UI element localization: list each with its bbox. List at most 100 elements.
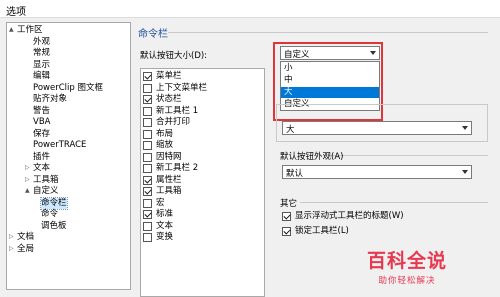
commandbar-label: 标准 [156,209,174,219]
other-group-label: 其它 [280,199,298,209]
tree-item-label: 显示 [33,59,51,70]
tree-item-label: 常规 [33,48,51,58]
tree-item[interactable]: 显示 [33,60,50,71]
tree-item[interactable]: VBA [33,117,50,128]
tree-item-label: 贴齐对象 [33,94,68,104]
section-divider [168,32,488,33]
commandbar-checkbox[interactable] [143,129,152,139]
commandbar-label: 宏 [156,197,165,208]
commandbar-label: 合并打印 [156,117,191,127]
checkbox-box[interactable] [282,212,291,221]
tree-item-label: 警告 [33,105,51,116]
appearance-divider [328,155,488,156]
tree-item[interactable]: ▷ 文本 [25,163,51,174]
options-dialog: ▲ 工作区 外观 常规 显示 编辑 PowerClip 图文框 贴齐对象 警告 VBA 保存 Powe… [0,18,500,297]
tree-item-label: 外观 [33,36,51,47]
tree-item[interactable]: ▷ 工具箱 [25,174,59,186]
commandbar-label: 状态栏 [156,94,182,104]
tree-item-label: 工具箱 [33,174,59,185]
tree-expand-icon[interactable]: ▲ [25,188,31,194]
tree-item[interactable]: 命令 [41,209,58,220]
tree-item[interactable]: 调色板 [41,221,67,232]
commandbar-list[interactable]: 菜单栏 上下文菜单栏 状态栏 新工具栏 1 合并打印 布局 缩放 因特网 新工具栏 2 属性栏 工具… [140,68,265,297]
chevron-down-icon [462,126,468,130]
commandbar-checkbox[interactable] [143,187,152,196]
tree-item-label: 保存 [33,128,51,139]
commandbar-label: 属性栏 [156,174,182,185]
commandbar-checkbox[interactable] [143,221,152,231]
commandbar-label: 因特网 [156,151,182,162]
commandbar-checkbox[interactable] [143,106,152,116]
button-appearance-select[interactable]: 默认 [282,165,472,179]
tree-item[interactable]: 编辑 [33,71,50,82]
appearance-label: 默认按钮外观(A) [280,152,344,162]
options-tree[interactable]: ▲ 工作区 外观 常规 显示 编辑 PowerClip 图文框 贴齐对象 警告 VBA 保存 Powe… [6,22,131,290]
tree-item[interactable]: 常规 [33,48,50,59]
commandbar-checkbox[interactable] [143,83,152,93]
tree-expand-icon[interactable]: ▷ [25,176,31,183]
commandbar-label: 工具箱 [156,186,182,196]
tree-item[interactable]: ▲ 工作区 [9,25,43,36]
commandbar-label: 变换 [156,232,174,242]
tree-item[interactable]: ▷ 文档 [9,232,35,243]
commandbar-label: 布局 [156,128,174,139]
section-title: 命令栏 [138,29,168,40]
chevron-down-icon [462,170,468,174]
commandbar-checkbox[interactable] [143,210,152,219]
commandbar-label: 缩放 [156,140,174,150]
commandbar-checkbox[interactable] [143,198,152,208]
watermark-subtitle: 助你轻松解决 [378,276,436,286]
tree-item-label: PowerTRACE [33,140,87,150]
commandbar-label: 新工具栏 1 [156,105,199,116]
commandbar-label: 文本 [156,220,174,231]
commandbar-checkbox[interactable] [143,164,152,173]
commandbar-checkbox[interactable] [143,95,152,104]
commandbar-checkbox[interactable] [143,118,152,127]
tree-expand-icon[interactable]: ▲ [9,27,15,33]
commandbar-checkbox[interactable] [143,175,152,185]
tree-item-label: 全局 [17,243,35,254]
button-size-combo-secondary-value: 大 [286,125,295,135]
tree-expand-icon[interactable]: ▷ [25,165,31,171]
button-appearance-value: 默认 [286,169,304,179]
commandbar-checkbox[interactable] [143,141,152,150]
button-size-combo-secondary[interactable]: 大 [282,121,472,135]
commandbar-label: 菜单栏 [156,71,182,81]
window-title: 选项 [6,7,26,18]
other-divider [300,202,488,203]
commandbar-checkbox[interactable] [143,233,152,242]
button-size-label: 默认按钮大小(D): [140,51,208,61]
commandbar-checkbox[interactable] [143,72,152,81]
lock-toolbar-label: 锁定工具栏(L) [295,226,349,236]
commandbar-label: 上下文菜单栏 [156,82,208,93]
tree-item[interactable]: ▲ 自定义 [25,186,59,197]
tree-item-label: 文档 [17,232,35,242]
checkbox-box[interactable] [282,227,291,236]
tree-item[interactable]: 命令栏 [40,196,68,210]
title-bar: 选项 [0,0,500,18]
tree-item[interactable]: 贴齐对象 [33,94,67,105]
tree-item[interactable]: 警告 [33,106,50,117]
tree-item-label: 工作区 [17,25,43,35]
tree-item-label: 命令 [41,209,59,219]
tree-item-label: 命令栏 [41,197,67,208]
tree-expand-icon[interactable]: ▷ [9,245,15,252]
watermark-logo: 百科全说 助你轻松解决 [352,246,462,286]
tree-item[interactable]: 保存 [33,129,50,140]
tree-item[interactable]: 插件 [33,152,50,163]
tree-item[interactable]: PowerTRACE [33,140,86,151]
tree-item-label: PowerClip 图文框 [33,82,103,93]
tree-item-label: 编辑 [33,71,51,81]
tree-item[interactable]: ▷ 全局 [9,243,35,255]
tree-item[interactable]: 外观 [33,37,50,48]
commandbar-label: 新工具栏 2 [156,163,199,173]
tree-item[interactable]: PowerClip 图文框 [33,83,103,94]
tree-item-label: 插件 [33,151,51,162]
tree-item-label: VBA [33,117,51,127]
tree-expand-icon[interactable]: ▷ [9,234,15,240]
floating-toolbar-title-label: 显示浮动式工具栏的标题(W) [295,211,404,221]
commandbar-checkbox[interactable] [143,152,152,162]
watermark-title: 百科全说 [366,250,447,272]
tree-item-label: 自定义 [33,186,59,196]
tree-item-label: 文本 [33,163,51,173]
